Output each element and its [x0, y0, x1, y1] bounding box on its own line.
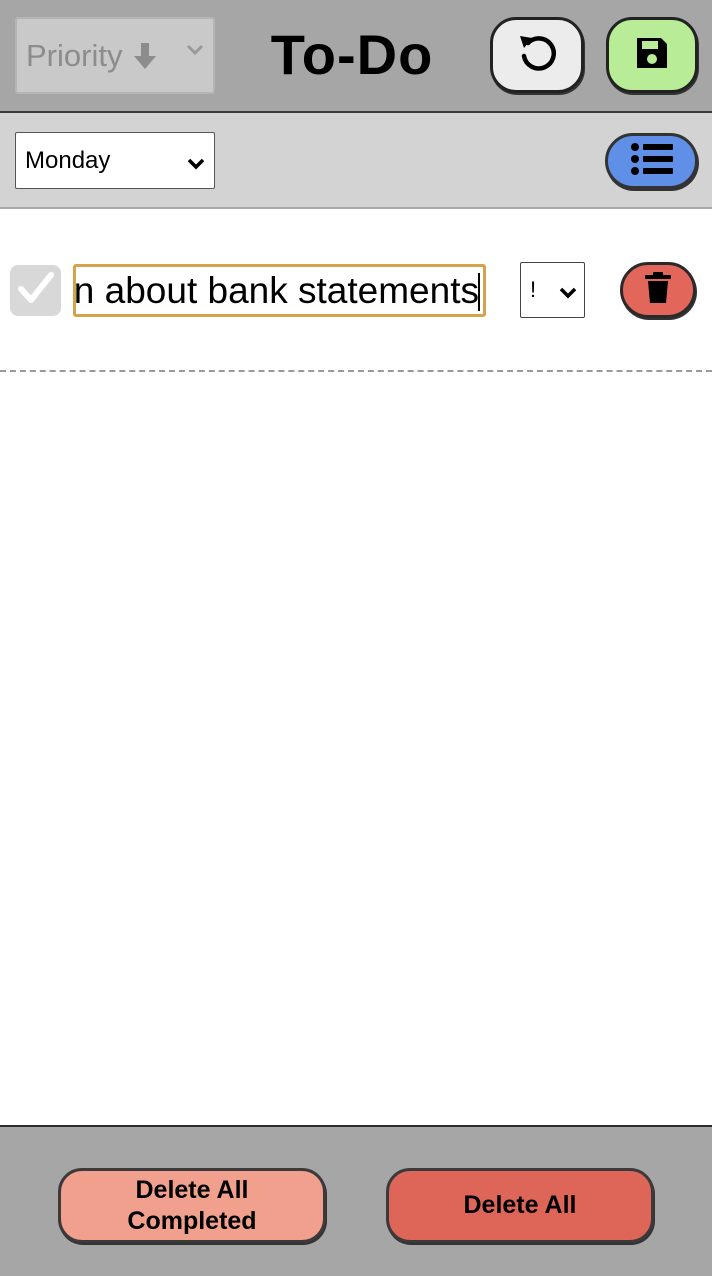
- day-toolbar: Monday: [0, 113, 712, 209]
- undo-icon: [516, 32, 558, 79]
- chevron-down-icon: [558, 281, 578, 307]
- chevron-down-icon: [185, 43, 205, 62]
- delete-completed-label: Delete All Completed: [127, 1175, 256, 1237]
- trash-icon: [644, 271, 672, 309]
- delete-task-button[interactable]: [620, 262, 696, 318]
- task-list-divider: [0, 370, 712, 372]
- delete-all-completed-button[interactable]: Delete All Completed: [58, 1168, 326, 1243]
- task-text: n about bank statements: [73, 270, 479, 311]
- app-header: Priority To-Do: [0, 0, 712, 113]
- task-completed-checkbox[interactable]: [10, 265, 61, 316]
- task-priority-value: !: [530, 277, 537, 302]
- check-icon: [17, 270, 55, 311]
- sort-label: Priority: [26, 37, 123, 73]
- task-priority-select[interactable]: !: [520, 262, 585, 318]
- delete-completed-label-line1: Delete All: [135, 1175, 249, 1204]
- delete-all-button[interactable]: Delete All: [386, 1168, 654, 1243]
- delete-all-label: Delete All: [463, 1191, 577, 1219]
- day-select-value: Monday: [25, 146, 111, 174]
- save-icon: [634, 35, 670, 76]
- list-icon: [630, 142, 674, 181]
- page-title: To-Do: [270, 23, 434, 86]
- undo-button[interactable]: [490, 17, 584, 93]
- delete-completed-label-line2: Completed: [127, 1206, 257, 1235]
- list-view-button[interactable]: [605, 133, 698, 189]
- arrow-down-icon: [134, 41, 157, 71]
- text-caret: [478, 273, 480, 311]
- task-text-input[interactable]: n about bank statements: [73, 264, 486, 317]
- chevron-down-icon: [186, 151, 206, 179]
- day-select[interactable]: Monday: [15, 132, 215, 189]
- sort-select[interactable]: Priority: [15, 17, 215, 94]
- app-footer: Delete All Completed Delete All: [0, 1125, 712, 1276]
- save-button[interactable]: [606, 17, 698, 93]
